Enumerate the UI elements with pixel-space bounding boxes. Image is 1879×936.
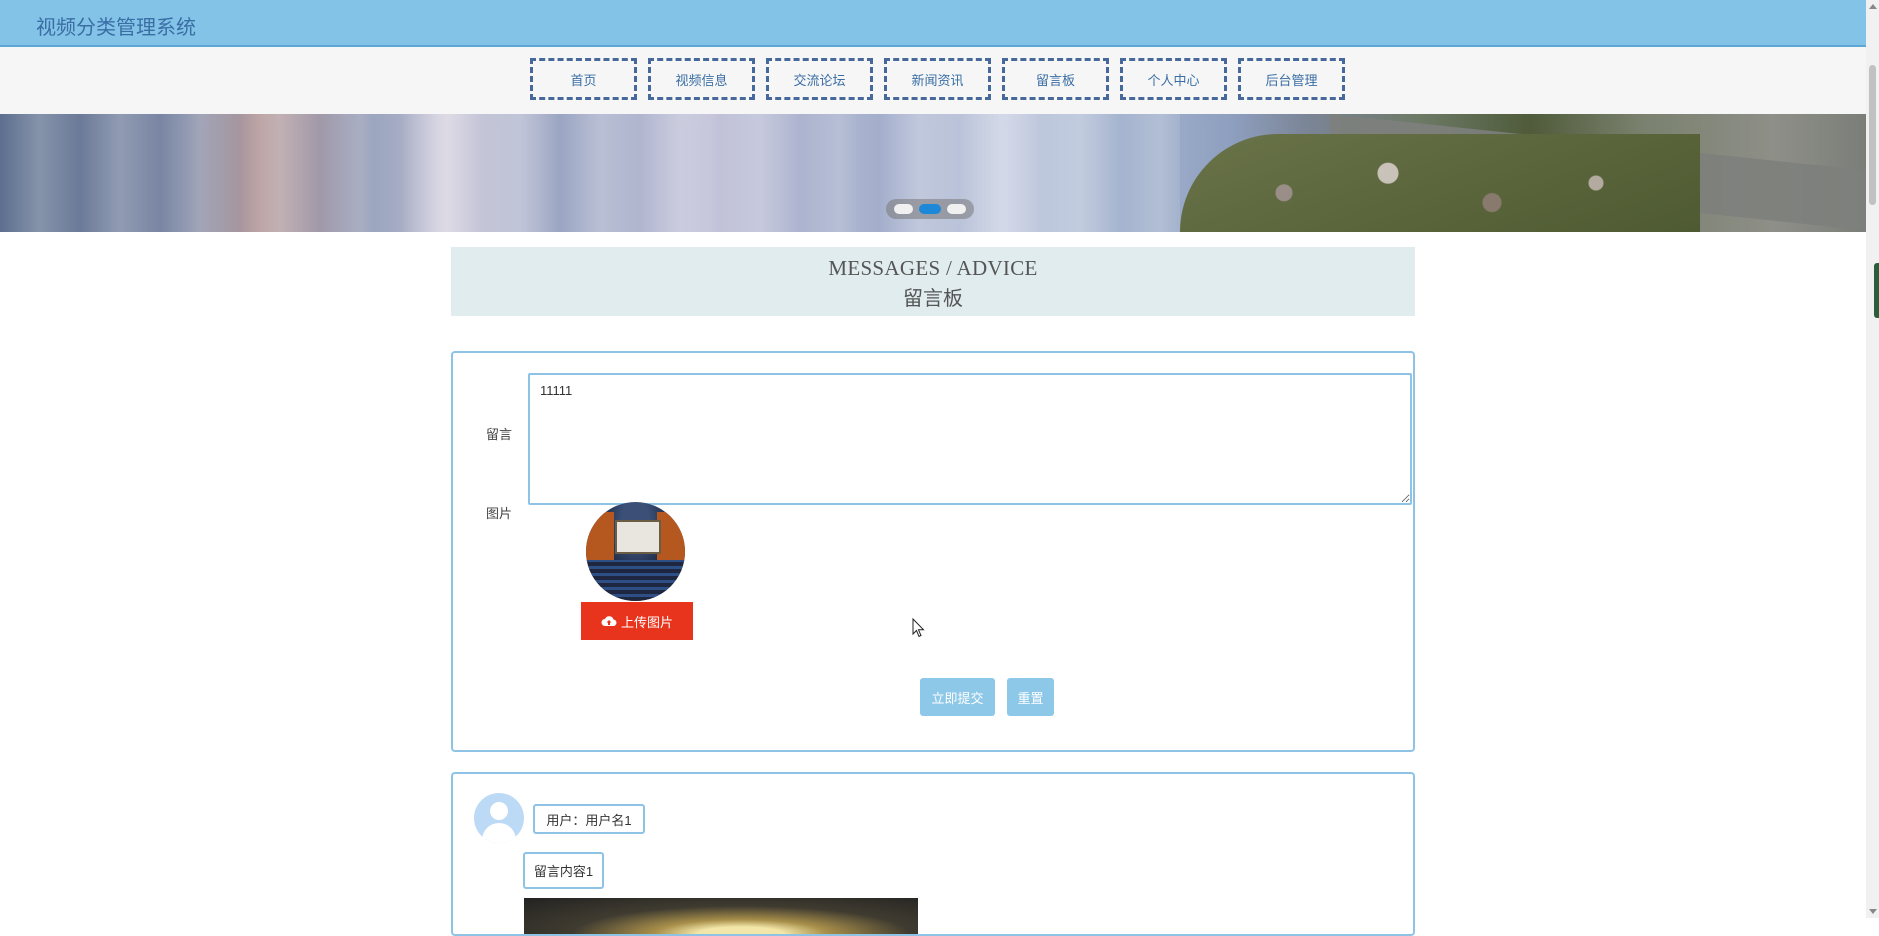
upload-image-button[interactable]: 上传图片 (581, 602, 693, 640)
nav-list: 首页 视频信息 交流论坛 新闻资讯 留言板 个人中心 后台管理 (530, 58, 1345, 100)
comment-item: 用户：用户名1 留言内容1 (451, 772, 1415, 936)
side-edge-tab[interactable] (1874, 263, 1879, 318)
nav-item-home[interactable]: 首页 (530, 58, 637, 100)
carousel-dot-3[interactable] (947, 204, 966, 214)
submit-button[interactable]: 立即提交 (920, 678, 995, 716)
reset-button[interactable]: 重置 (1007, 678, 1054, 716)
image-label: 图片 (486, 506, 513, 521)
banner-water-reflection (0, 114, 1180, 232)
nav-item-admin[interactable]: 后台管理 (1238, 58, 1345, 100)
page-scrollbar[interactable] (1866, 0, 1879, 918)
uploaded-image-preview (586, 502, 685, 601)
mouse-cursor-icon (912, 618, 925, 638)
scrollbar-thumb[interactable] (1869, 65, 1876, 205)
scroll-up-icon[interactable] (1869, 4, 1877, 9)
message-input[interactable]: 11111 (528, 373, 1412, 505)
cloud-upload-icon (601, 616, 617, 627)
message-form: 留言 11111 图片 上传图片 立即提交 重置 (451, 351, 1415, 752)
nav-item-message-board[interactable]: 留言板 (1002, 58, 1109, 100)
section-title-en: MESSAGES / ADVICE (828, 256, 1038, 280)
banner-shoreline (1180, 134, 1700, 232)
nav-item-news[interactable]: 新闻资讯 (884, 58, 991, 100)
carousel-dot-1[interactable] (894, 204, 913, 214)
carousel-dot-2[interactable] (919, 204, 941, 214)
main-nav: 首页 视频信息 交流论坛 新闻资讯 留言板 个人中心 后台管理 (0, 47, 1866, 114)
carousel-indicator (886, 199, 974, 219)
app-title: 视频分类管理系统 (36, 17, 196, 39)
comment-image (524, 898, 918, 934)
scroll-down-icon[interactable] (1869, 909, 1877, 914)
comment-content: 留言内容1 (523, 852, 604, 889)
upload-button-label: 上传图片 (620, 614, 673, 630)
top-header: 视频分类管理系统 (0, 0, 1866, 47)
section-title-cn: 留言板 (903, 288, 963, 310)
nav-item-video-info[interactable]: 视频信息 (648, 58, 755, 100)
user-avatar-icon (474, 793, 524, 843)
nav-item-personal-center[interactable]: 个人中心 (1120, 58, 1227, 100)
message-label: 留言 (486, 427, 513, 442)
comment-user: 用户：用户名1 (533, 804, 645, 834)
section-header: MESSAGES / ADVICE 留言板 (451, 247, 1415, 316)
nav-item-forum[interactable]: 交流论坛 (766, 58, 873, 100)
